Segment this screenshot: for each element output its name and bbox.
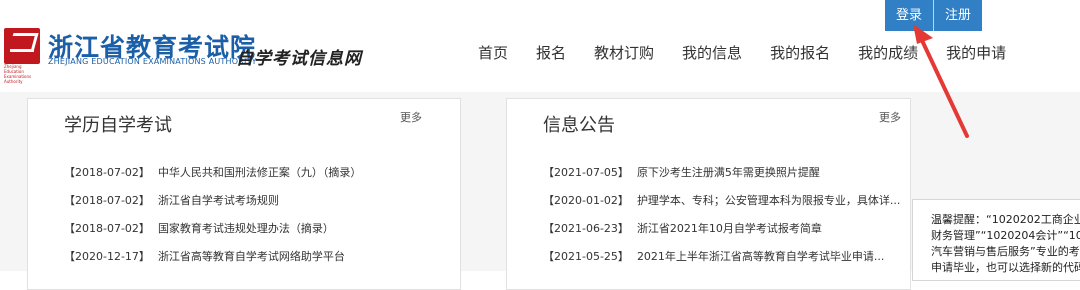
nav-home[interactable]: 首页: [478, 42, 508, 66]
notice-line: 财务管理”“1020204会计”“1030: [931, 229, 1080, 242]
login-button[interactable]: 登录: [885, 0, 935, 31]
news-list: 【2018-07-02】 中华人民共和国刑法修正案（九）（摘录） 【2018-0…: [64, 165, 361, 277]
list-item[interactable]: 【2020-12-17】 浙江省高等教育自学考试网络助学平台: [64, 249, 361, 277]
list-item[interactable]: 【2020-01-02】 护理学本、专科；公安管理本科为限报专业，具体详...: [543, 193, 900, 221]
list-item[interactable]: 【2021-07-05】 原下沙考生注册满5年需更换照片提醒: [543, 165, 900, 193]
nav-my-scores[interactable]: 我的成绩: [858, 42, 918, 66]
panel-title: 信息公告: [543, 115, 615, 136]
notice-line: 温馨提醒：“1020202工商企业: [931, 213, 1080, 226]
notice-popup: 温馨提醒：“1020202工商企业 财务管理”“1020204会计”“1030 …: [912, 199, 1080, 281]
nav-my-registration[interactable]: 我的报名: [770, 42, 830, 66]
list-item[interactable]: 【2018-07-02】 国家教育考试违规处理办法（摘录）: [64, 221, 361, 249]
more-link[interactable]: 更多: [879, 109, 901, 125]
item-title[interactable]: 浙江省2021年10月自学考试报考简章: [637, 221, 822, 249]
auth-buttons: 登录 注册: [885, 0, 983, 31]
item-title[interactable]: 浙江省高等教育自学考试网络助学平台: [158, 249, 345, 277]
nav-textbook-order[interactable]: 教材订购: [594, 42, 654, 66]
item-title[interactable]: 中华人民共和国刑法修正案（九）（摘录）: [158, 165, 362, 193]
item-title[interactable]: 原下沙考生注册满5年需更换照片提醒: [637, 165, 820, 193]
item-title[interactable]: 护理学本、专科；公安管理本科为限报专业，具体详...: [637, 193, 901, 221]
more-link[interactable]: 更多: [400, 109, 422, 125]
site-logo[interactable]: [4, 28, 40, 64]
list-item[interactable]: 【2018-07-02】 中华人民共和国刑法修正案（九）（摘录）: [64, 165, 361, 193]
panel-announcements: 信息公告 更多 【2021-07-05】 原下沙考生注册满5年需更换照片提醒 【…: [506, 98, 911, 290]
list-item[interactable]: 【2021-05-25】 2021年上半年浙江省高等教育自学考试毕业申请...: [543, 249, 900, 277]
list-item[interactable]: 【2018-07-02】 浙江省自学考试考场规则: [64, 193, 361, 221]
item-date: 【2020-01-02】: [543, 194, 629, 207]
notice-line: 汽车营销与售后服务”专业的考: [931, 245, 1080, 258]
item-date: 【2020-12-17】: [64, 250, 150, 263]
site-subtitle: 自学考试信息网: [236, 49, 362, 69]
site-title-english: ZHEJIANG EDUCATION EXAMINATIONS AUTHORIT…: [48, 57, 257, 66]
news-list: 【2021-07-05】 原下沙考生注册满5年需更换照片提醒 【2020-01-…: [543, 165, 900, 277]
item-title[interactable]: 浙江省自学考试考场规则: [158, 193, 279, 221]
item-title[interactable]: 国家教育考试违规处理办法（摘录）: [158, 221, 334, 249]
item-date: 【2018-07-02】: [64, 222, 150, 235]
panel-title: 学历自学考试: [64, 115, 172, 136]
notice-line: 申请毕业，也可以选择新的代码: [931, 261, 1080, 274]
item-date: 【2018-07-02】: [64, 194, 150, 207]
item-date: 【2018-07-02】: [64, 166, 150, 179]
nav-my-applications[interactable]: 我的申请: [946, 42, 1006, 66]
register-button[interactable]: 注册: [934, 0, 983, 31]
list-item[interactable]: 【2021-06-23】 浙江省2021年10月自学考试报考简章: [543, 221, 900, 249]
main-nav: 首页 报名 教材订购 我的信息 我的报名 我的成绩 我的申请: [478, 42, 1034, 66]
item-date: 【2021-05-25】: [543, 250, 629, 263]
item-date: 【2021-06-23】: [543, 222, 629, 235]
item-title[interactable]: 2021年上半年浙江省高等教育自学考试毕业申请...: [637, 249, 884, 277]
logo-small-text: Zhejiang Education Examinations Authorit…: [4, 64, 32, 84]
site-header: Zhejiang Education Examinations Authorit…: [0, 0, 1080, 93]
item-date: 【2021-07-05】: [543, 166, 629, 179]
nav-my-info[interactable]: 我的信息: [682, 42, 742, 66]
nav-register[interactable]: 报名: [536, 42, 566, 66]
panel-self-study-exam: 学历自学考试 更多 【2018-07-02】 中华人民共和国刑法修正案（九）（摘…: [27, 98, 461, 290]
